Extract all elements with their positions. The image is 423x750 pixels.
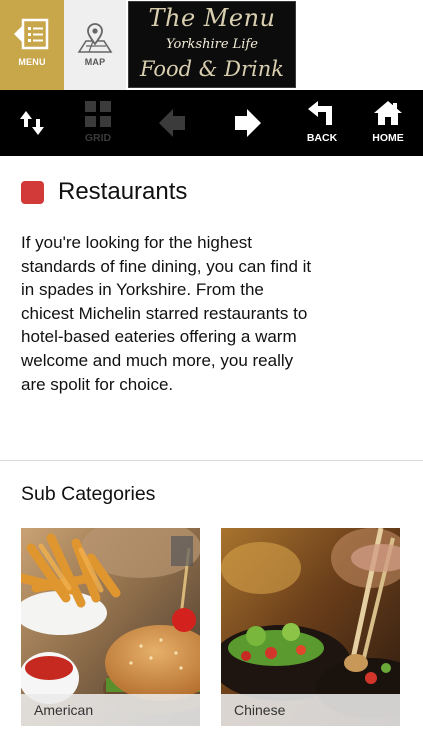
toolbar: GRID BACK HOME: [0, 90, 423, 156]
arrow-right-icon: [235, 109, 261, 137]
section-description: If you're looking for the highest standa…: [21, 233, 312, 394]
map-pin-icon: [77, 23, 113, 53]
sort-arrows-icon: [20, 111, 44, 135]
menu-tab[interactable]: MENU: [0, 0, 64, 90]
menu-tab-label: MENU: [18, 57, 46, 67]
next-button[interactable]: [216, 90, 280, 156]
page-title: Restaurants: [58, 178, 188, 205]
map-tab-label: MAP: [84, 57, 106, 67]
subcategory-card-chinese[interactable]: Chinese: [221, 528, 400, 726]
back-button[interactable]: BACK: [290, 90, 354, 156]
grid-label: GRID: [84, 132, 112, 144]
category-color-badge: [21, 181, 44, 204]
previous-button[interactable]: [140, 90, 204, 156]
top-bar: MENU MAP The Menu Yorkshire Life Food & …: [0, 0, 423, 90]
subcategory-label: Chinese: [221, 694, 400, 726]
divider: [0, 460, 423, 461]
home-button[interactable]: HOME: [356, 90, 420, 156]
logo-tagline: Food & Drink: [139, 57, 285, 81]
home-label: HOME: [372, 132, 404, 144]
grid-icon: [85, 101, 111, 127]
subcategory-card-american[interactable]: American: [21, 528, 200, 726]
back-label: BACK: [306, 132, 338, 144]
menu-list-icon: [14, 18, 49, 50]
arrow-left-icon: [159, 109, 185, 137]
home-icon: [374, 101, 402, 125]
logo: The Menu Yorkshire Life Food & Drink: [128, 1, 296, 88]
subcategory-label: American: [21, 694, 200, 726]
map-tab[interactable]: MAP: [64, 0, 126, 90]
sort-button[interactable]: [0, 90, 64, 156]
grid-button[interactable]: GRID: [64, 90, 132, 156]
logo-title: The Menu: [148, 4, 276, 32]
back-arrow-icon: [308, 101, 332, 125]
subcategories-heading: Sub Categories: [21, 483, 156, 505]
logo-subtitle: Yorkshire Life: [166, 37, 258, 52]
